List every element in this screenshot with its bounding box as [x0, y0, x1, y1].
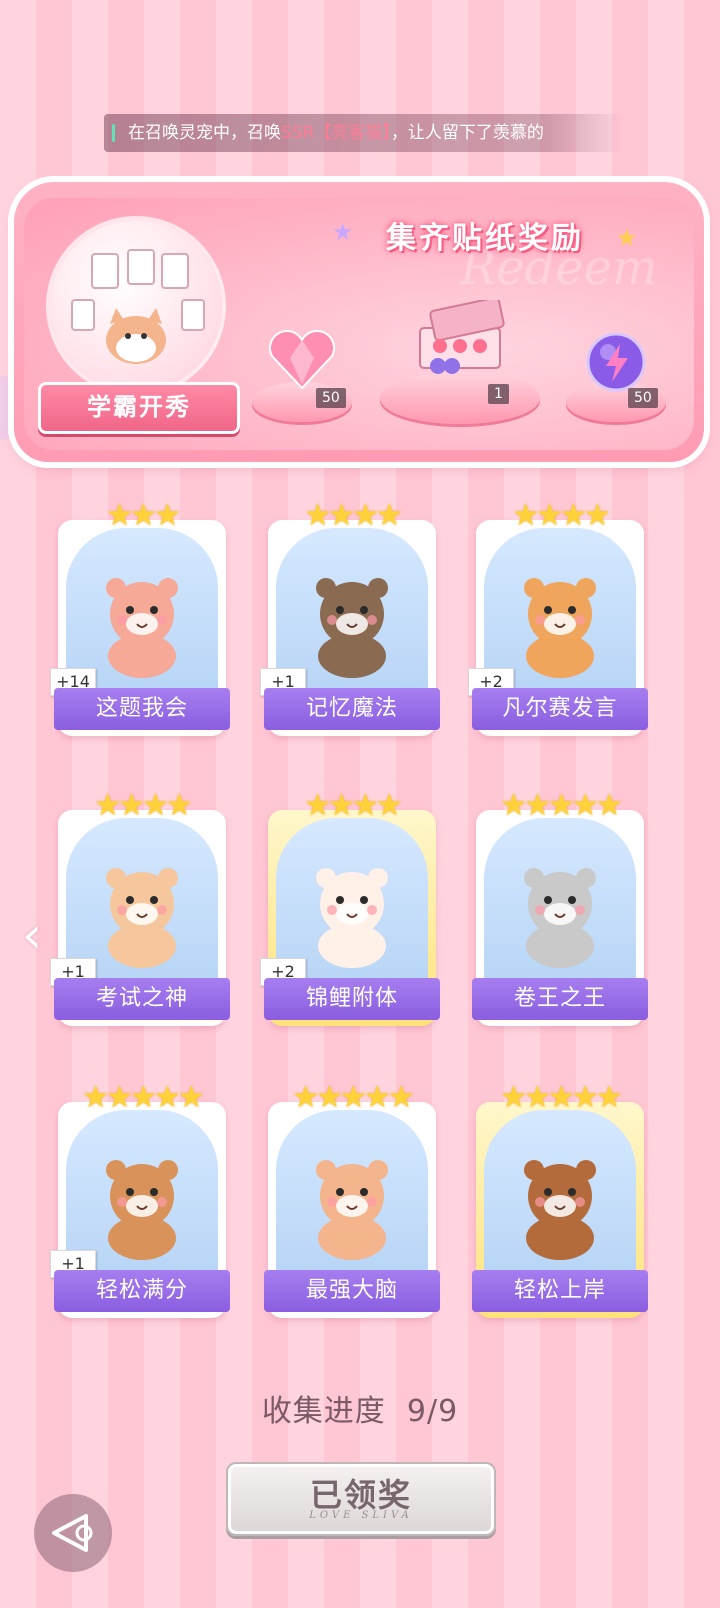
sticker-card[interactable]: ★★★★ +1 记忆魔法 — [260, 498, 440, 740]
sticker-card[interactable]: ★★★★★ 最强大脑 — [264, 1080, 440, 1322]
claimed-button-subtitle: LOVE SLIVA — [309, 1510, 413, 1521]
pink-heart-gem-icon — [266, 328, 338, 396]
star-rating: ★★★★★ — [500, 788, 622, 823]
sticker-card[interactable]: ★★★★★ 轻松上岸 — [472, 1080, 648, 1322]
puppy-full-score-icon — [58, 1142, 226, 1266]
bear-at-desk-icon — [58, 560, 226, 684]
cat-papers-icon — [268, 1142, 436, 1266]
reward-count: 50 — [316, 388, 346, 408]
reward-count: 1 — [488, 384, 509, 404]
sticker-name: 锦鲤附体 — [264, 978, 440, 1020]
sticker-name: 轻松满分 — [54, 1270, 230, 1312]
star-decoration-icon: ★ — [616, 224, 638, 252]
progress-label: 收集进度 — [261, 1394, 386, 1429]
star-decoration-icon: ★ — [332, 218, 354, 246]
reward-count: 50 — [628, 388, 658, 408]
sticker-name: 考试之神 — [54, 978, 230, 1020]
progress-value: 9/9 — [406, 1394, 459, 1429]
sticker-name: 这题我会 — [54, 688, 230, 730]
showcase-sticker[interactable]: 学霸开秀 — [38, 214, 240, 434]
ticker-suffix: ，让人留下了羡慕的 — [390, 123, 544, 143]
sticker-name: 记忆魔法 — [264, 688, 440, 730]
star-rating: ★★★★★ — [500, 1080, 622, 1115]
claimed-button[interactable]: 已领奖 LOVE SLIVA — [226, 1462, 496, 1536]
reward-gift-box[interactable]: 1 — [380, 296, 540, 424]
lion-microphone-icon — [476, 560, 644, 684]
star-rating: ★★★★ — [304, 788, 403, 823]
collection-progress: 收集进度 9/9 — [0, 1386, 720, 1430]
gift-box-icon — [410, 296, 510, 380]
ticker-marker — [112, 124, 115, 142]
announcement-ticker: 在召唤灵宠中，召唤SSR【亮客猫】，让人留下了羡慕的 — [104, 114, 624, 152]
studying-cat-icon — [476, 850, 644, 974]
sticker-card[interactable]: ★★★★★ +1 轻松满分 — [50, 1080, 230, 1322]
showcase-label: 学霸开秀 — [38, 382, 240, 434]
star-rating: ★★★★★ — [292, 1080, 414, 1115]
sticker-card[interactable]: ★★★★★ 卷王之王 — [472, 788, 648, 1030]
sticker-name: 轻松上岸 — [472, 1270, 648, 1312]
squirrel-graduate-icon — [476, 1142, 644, 1266]
sticker-card[interactable]: ★★★★ +2 凡尔赛发言 — [468, 498, 648, 740]
star-rating: ★★★★ — [304, 498, 403, 533]
sticker-name: 卷王之王 — [472, 978, 648, 1020]
star-rating: ★★★ — [106, 498, 181, 533]
sticker-card[interactable]: ★★★★ +2 锦鲤附体 — [260, 788, 440, 1030]
reward-lightning-orb[interactable]: 50 — [566, 322, 666, 422]
sticker-name: 最强大脑 — [264, 1270, 440, 1312]
bear-koi-icon — [268, 850, 436, 974]
star-rating: ★★★★ — [512, 498, 611, 533]
ticker-prefix: 在召唤灵宠中，召唤 — [128, 123, 281, 143]
angel-cat-icon — [58, 850, 226, 974]
back-arrow-icon — [52, 1514, 93, 1552]
sticker-card[interactable]: ★★★★ +1 考试之神 — [50, 788, 230, 1030]
sticker-name: 凡尔赛发言 — [472, 688, 648, 730]
reward-heart-gem[interactable]: 50 — [252, 322, 352, 422]
star-rating: ★★★★★ — [82, 1080, 204, 1115]
ticker-highlight: SSR【亮客猫】 — [281, 123, 391, 143]
previous-page-chevron-icon[interactable]: ‹ — [14, 910, 50, 960]
star-rating: ★★★★ — [94, 788, 193, 823]
otter-wizard-icon — [268, 560, 436, 684]
sticker-card[interactable]: ★★★ +14 这题我会 — [50, 498, 230, 740]
banner-title: 集齐贴纸奖励 — [386, 221, 584, 256]
back-button[interactable] — [34, 1494, 112, 1572]
